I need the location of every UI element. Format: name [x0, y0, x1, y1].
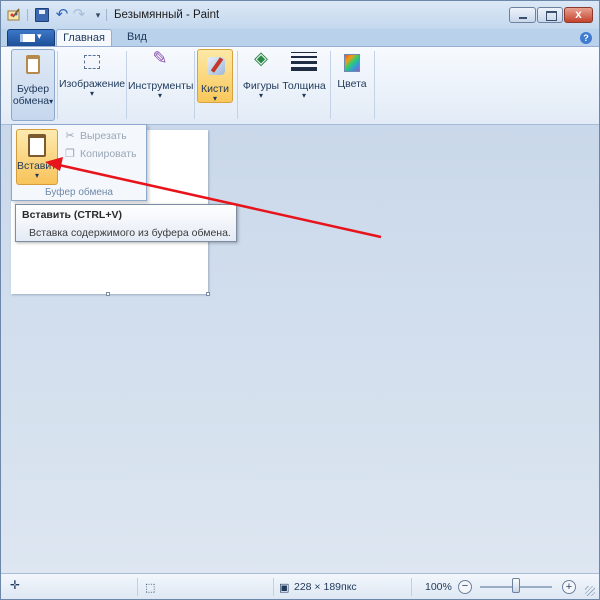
- line-width-icon: [291, 52, 317, 74]
- shapes-icon: [250, 52, 272, 74]
- brushes-button[interactable]: Кисти ▾: [197, 49, 233, 103]
- resize-handle-corner[interactable]: [206, 292, 210, 296]
- chevron-down-icon: ▾: [258, 91, 263, 100]
- copy-button[interactable]: ❐ Копировать: [64, 146, 137, 162]
- select-icon: [84, 55, 100, 69]
- customize-quick-access-icon[interactable]: ▾: [91, 8, 105, 22]
- scissors-icon: ✂: [65, 130, 75, 142]
- zoom-slider-thumb[interactable]: [512, 578, 520, 593]
- window-title: Безымянный - Paint: [114, 9, 220, 21]
- ribbon: Буфер обмена▾ Изображение ▾ Инструменты …: [1, 46, 599, 125]
- clipboard-group-button[interactable]: Буфер обмена▾: [11, 49, 55, 121]
- chevron-down-icon: ▾: [157, 91, 162, 100]
- title-separator: [106, 9, 107, 21]
- cursor-position-icon: ✛: [10, 578, 21, 592]
- chevron-down-icon: ▾: [301, 91, 306, 100]
- title-separator: [27, 9, 28, 21]
- help-icon[interactable]: ?: [580, 32, 592, 44]
- brush-icon: [204, 55, 226, 77]
- selection-size-icon: ⬚: [145, 582, 156, 594]
- copy-label: Копировать: [80, 148, 137, 160]
- tooltip-description: Вставка содержимого из буфера обмена.: [29, 227, 231, 239]
- group-separator: [194, 51, 195, 119]
- size-button[interactable]: Толщина ▾: [282, 47, 326, 103]
- status-separator: [411, 578, 412, 596]
- group-separator: [57, 51, 58, 119]
- cut-button[interactable]: ✂ Вырезать: [64, 128, 127, 144]
- image-button[interactable]: Изображение ▾: [59, 47, 125, 103]
- line-width-medium: [291, 56, 317, 58]
- zoom-in-button[interactable]: +: [562, 580, 576, 594]
- shapes-button[interactable]: Фигуры ▾: [241, 47, 281, 103]
- paint-app-icon[interactable]: [7, 8, 21, 22]
- paste-button[interactable]: Вставить ▾: [16, 129, 62, 185]
- group-separator: [237, 51, 238, 119]
- close-icon: x: [575, 7, 582, 21]
- group-separator: [126, 51, 127, 119]
- clipboard-icon: [22, 55, 44, 77]
- window-resize-grip[interactable]: [585, 586, 595, 596]
- paint-menu-button[interactable]: [7, 29, 55, 46]
- chevron-down-icon: ▾: [34, 171, 39, 180]
- status-separator: [137, 578, 138, 596]
- status-bar: ✛ ⬚ ▣ 228 × 189пкс 100% − +: [1, 573, 599, 599]
- line-width-thin: [291, 52, 317, 53]
- redo-icon[interactable]: ↷: [72, 7, 86, 22]
- group-separator: [330, 51, 331, 119]
- paint-window: ↶ ↷ ▾ Безымянный - Paint x Главная Вид ?…: [0, 0, 600, 600]
- chevron-down-icon: ▾: [49, 97, 54, 106]
- tools-button[interactable]: Инструменты ▾: [128, 47, 193, 103]
- clipboard-paste-icon: [26, 133, 48, 157]
- clipboard-group-label: Буфер обмена: [45, 187, 113, 198]
- maximize-button[interactable]: [537, 7, 563, 23]
- colors-button[interactable]: Цвета: [334, 47, 370, 103]
- save-icon[interactable]: [35, 8, 49, 22]
- group-separator: [374, 51, 375, 119]
- title-bar: ↶ ↷ ▾ Безымянный - Paint x: [1, 1, 599, 29]
- line-width-thick: [291, 61, 317, 64]
- clipboard-button[interactable]: Буфер обмена▾: [12, 50, 54, 107]
- line-width-thickest: [291, 67, 317, 71]
- zoom-out-button[interactable]: −: [458, 580, 472, 594]
- clipboard-label-line2: обмена: [12, 95, 50, 107]
- tab-home[interactable]: Главная: [56, 29, 112, 47]
- clipboard-label-line1: Буфер: [16, 83, 50, 95]
- clipboard-dropdown: Вставить ▾ ✂ Вырезать ❐ Копировать Буфер о…: [11, 124, 147, 201]
- colors-label: Цвета: [337, 78, 367, 90]
- tab-view[interactable]: Вид: [119, 29, 155, 47]
- minimize-button[interactable]: [509, 7, 536, 23]
- paste-tooltip: Вставить (CTRL+V) Вставка содержимого из…: [15, 204, 237, 242]
- status-separator: [273, 578, 274, 596]
- zoom-level: 100%: [425, 581, 452, 593]
- cut-label: Вырезать: [80, 130, 127, 142]
- resize-handle-bottom[interactable]: [106, 292, 110, 296]
- close-button[interactable]: x: [564, 7, 593, 23]
- chevron-down-icon: ▾: [89, 89, 94, 98]
- canvas-size: 228 × 189пкс: [294, 581, 357, 593]
- pencil-icon: [149, 52, 171, 74]
- copy-icon: ❐: [65, 148, 75, 160]
- color-palette-icon: [344, 54, 360, 72]
- ribbon-tab-bar: Главная Вид ?: [1, 29, 599, 47]
- tooltip-title: Вставить (CTRL+V): [22, 209, 122, 221]
- canvas-size-icon: ▣: [279, 582, 290, 594]
- undo-icon[interactable]: ↶: [55, 7, 69, 22]
- chevron-down-icon: ▾: [212, 94, 217, 103]
